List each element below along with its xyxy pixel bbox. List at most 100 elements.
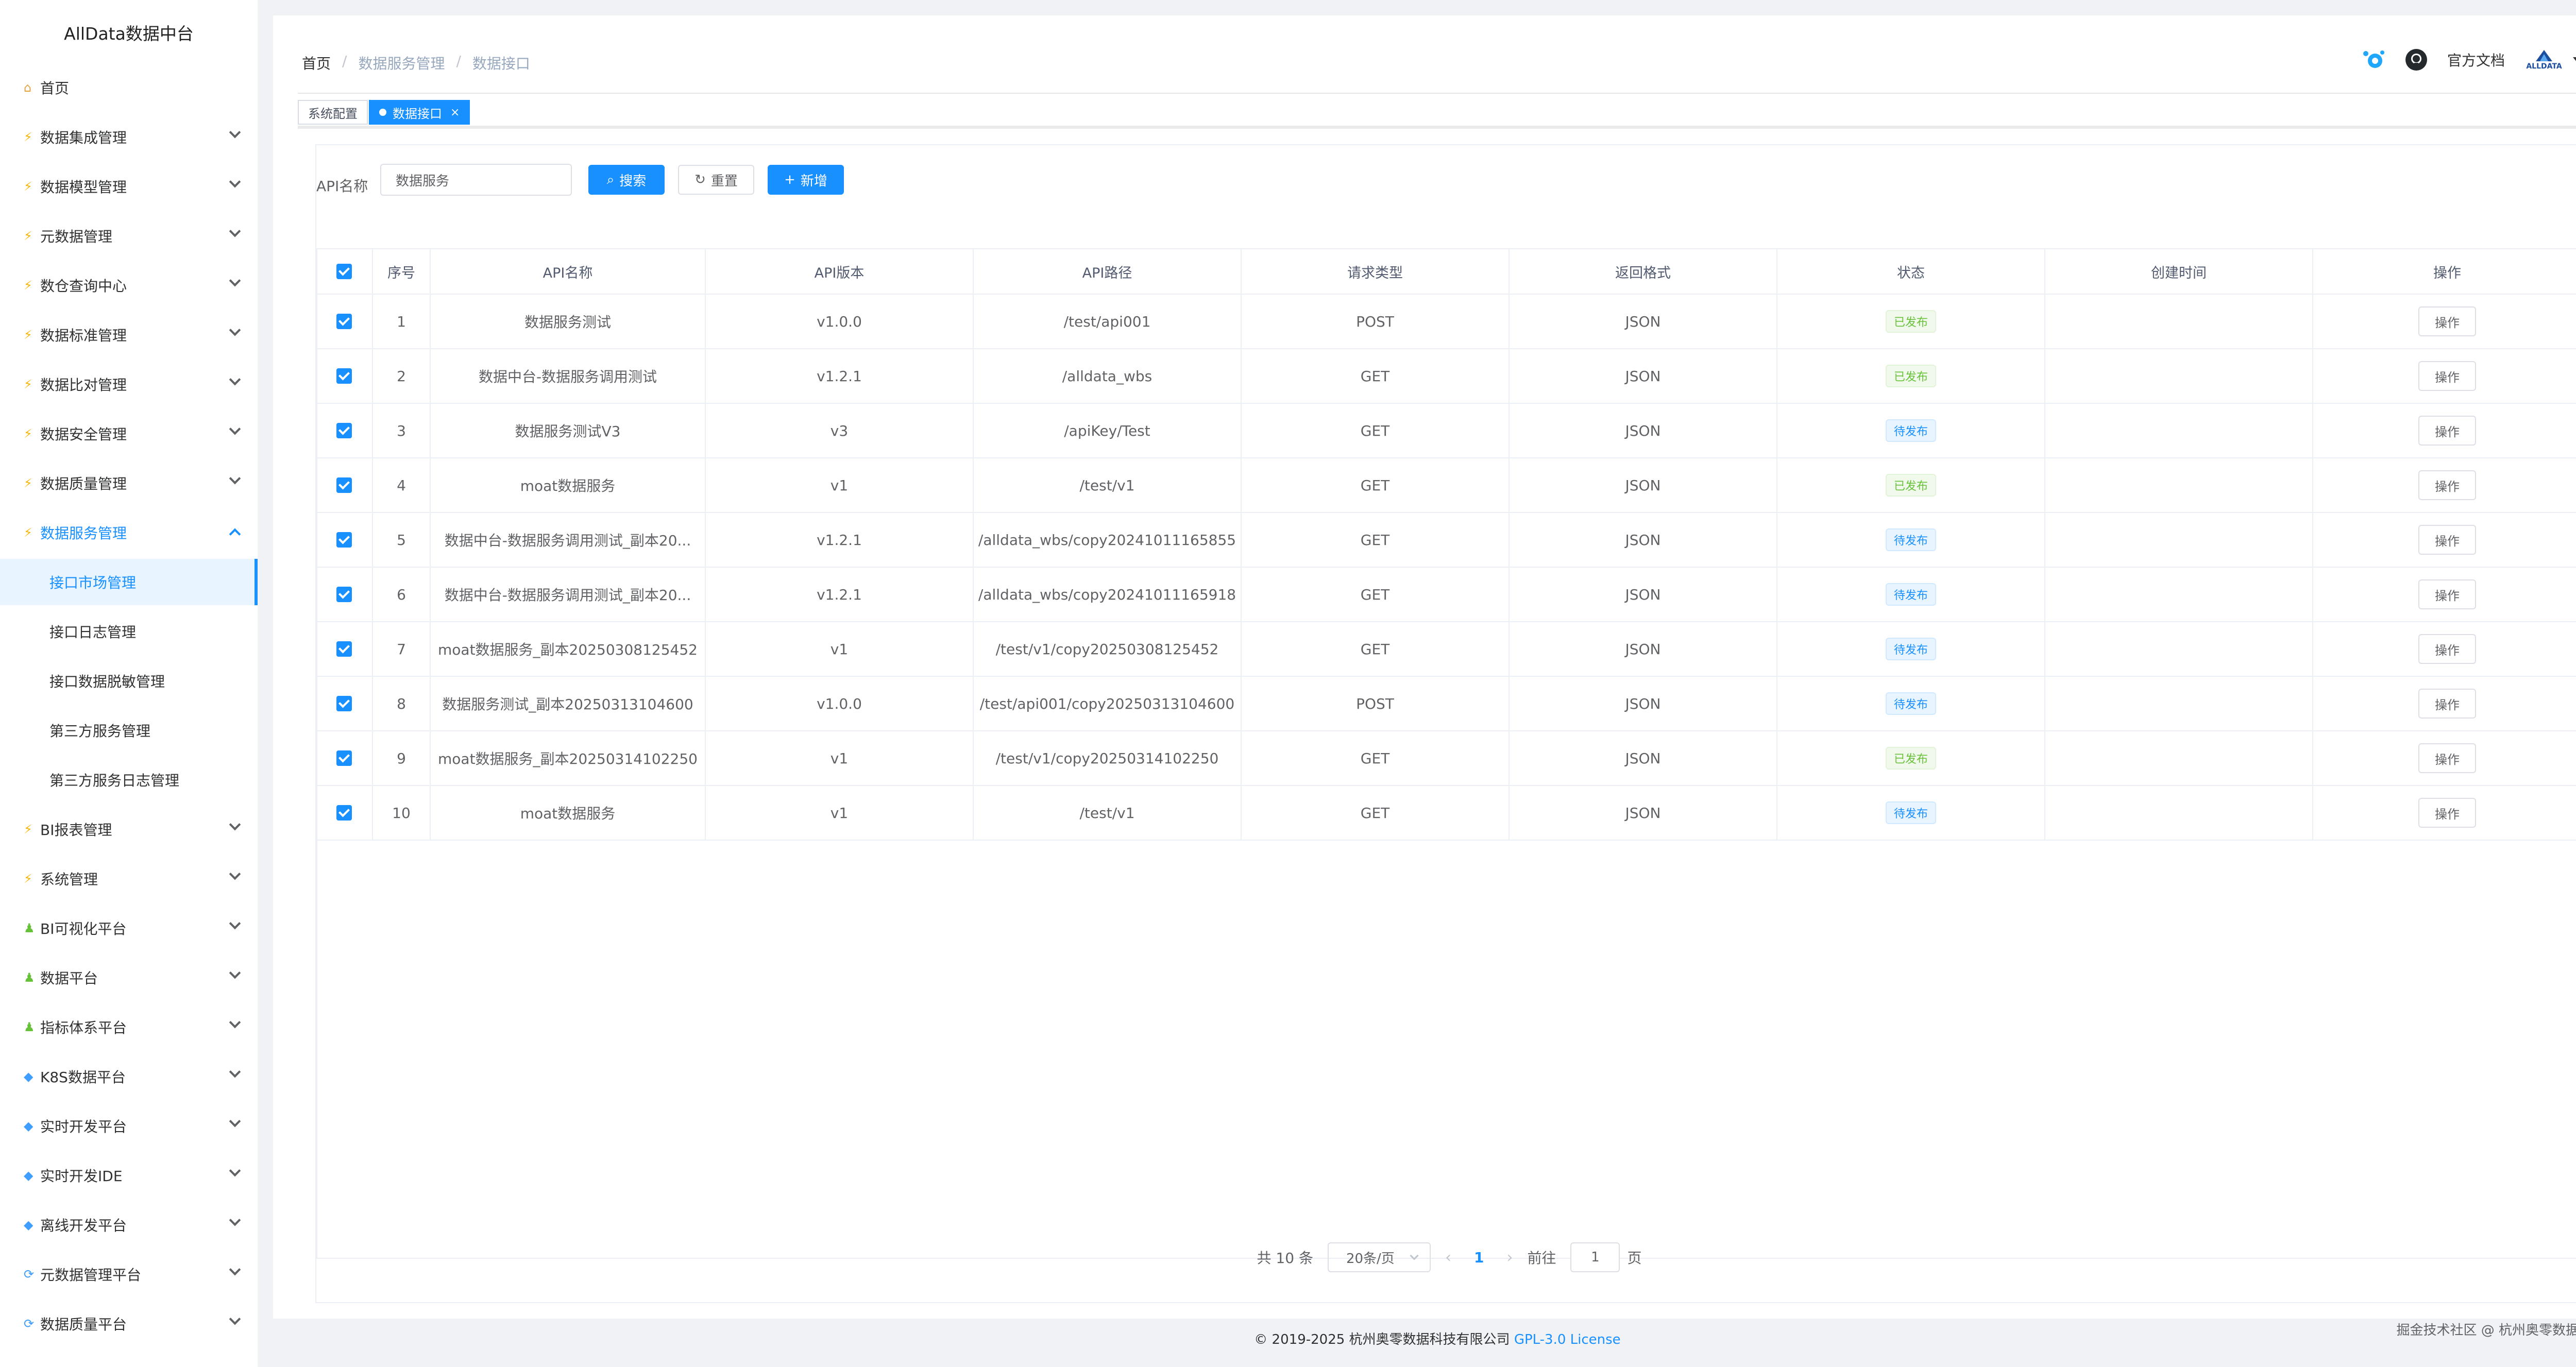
row-checkbox[interactable]: [316, 786, 373, 840]
gateway-icon[interactable]: [2361, 47, 2385, 72]
sidebar-item[interactable]: ⚡ 数据服务管理: [0, 509, 258, 556]
row-checkbox[interactable]: [316, 349, 373, 403]
search-button[interactable]: ⌕ 搜索: [588, 165, 665, 195]
sidebar-item[interactable]: ⚡ 数据安全管理: [0, 411, 258, 457]
api-name-input[interactable]: [380, 164, 572, 196]
tab-data-api[interactable]: 数据接口 ×: [369, 100, 470, 125]
row-checkbox[interactable]: [316, 731, 373, 785]
table-cell-format: JSON: [1510, 404, 1777, 457]
page-number-current[interactable]: 1: [1466, 1249, 1492, 1266]
sidebar-item[interactable]: ♟ BI可视化平台: [0, 905, 258, 951]
table-cell-status: 已发布: [1777, 458, 2045, 512]
next-page-icon[interactable]: ›: [1506, 1249, 1513, 1267]
operation-button[interactable]: 操作: [2418, 525, 2476, 555]
breadcrumb-item-home[interactable]: 首页: [302, 53, 331, 73]
tags-view: 系统配置 数据接口 ×: [298, 93, 2576, 129]
row-checkbox[interactable]: [316, 568, 373, 621]
status-badge: 待发布: [1885, 528, 1936, 551]
operation-button[interactable]: 操作: [2418, 798, 2476, 828]
sidebar-item[interactable]: ⚡ 系统管理: [0, 856, 258, 902]
page-size-select[interactable]: 20条/页: [1327, 1242, 1431, 1272]
operation-button[interactable]: 操作: [2418, 361, 2476, 391]
sidebar-item-label: BI可视化平台: [40, 920, 127, 937]
operation-button[interactable]: 操作: [2418, 306, 2476, 336]
row-checkbox[interactable]: [316, 404, 373, 457]
tab-system-config[interactable]: 系统配置: [298, 100, 368, 125]
table-cell-format: JSON: [1510, 786, 1777, 840]
table-cell-op: 操作: [2313, 622, 2576, 676]
sidebar-item[interactable]: ⚡ 数据集成管理: [0, 114, 258, 160]
sidebar-item[interactable]: ⚡ 元数据管理: [0, 213, 258, 259]
table-cell-op: 操作: [2313, 568, 2576, 621]
row-checkbox[interactable]: [316, 677, 373, 730]
chevron-down-icon: [1410, 1251, 1419, 1260]
row-checkbox[interactable]: [316, 458, 373, 512]
table-cell-version: v3: [706, 404, 974, 457]
operation-button[interactable]: 操作: [2418, 416, 2476, 446]
app-logo-title[interactable]: AllData数据中台: [0, 0, 258, 64]
person-icon: ♟: [24, 1020, 35, 1034]
sidebar-item[interactable]: ◆ K8S数据平台: [0, 1053, 258, 1100]
table-cell-created: [2045, 622, 2313, 676]
table-cell-created: [2045, 568, 2313, 621]
prev-page-icon[interactable]: ‹: [1445, 1249, 1451, 1267]
user-avatar[interactable]: ALLDATA: [2523, 49, 2565, 71]
sidebar-subitem[interactable]: 接口数据脱敏管理: [0, 658, 258, 704]
table-cell-method: GET: [1242, 622, 1510, 676]
sidebar-subitem[interactable]: 第三方服务管理: [0, 707, 258, 754]
sidebar-item[interactable]: ⟳ 元数据管理平台: [0, 1251, 258, 1297]
sidebar-item-label: 指标体系平台: [40, 1019, 127, 1036]
sidebar-item[interactable]: ♟ 指标体系平台: [0, 1004, 258, 1050]
row-checkbox[interactable]: [316, 295, 373, 348]
operation-button[interactable]: 操作: [2418, 634, 2476, 664]
sidebar-subitem[interactable]: 第三方服务日志管理: [0, 757, 258, 803]
table-cell-name: moat数据服务: [431, 458, 706, 512]
add-button[interactable]: + 新增: [768, 165, 844, 195]
operation-button[interactable]: 操作: [2418, 579, 2476, 609]
table-row: 6 数据中台-数据服务调用测试_副本20... v1.2.1/alldata_wbs…: [316, 568, 2576, 622]
goto-page-input[interactable]: [1570, 1242, 1620, 1272]
sidebar-item[interactable]: ⚡ 数据质量管理: [0, 460, 258, 506]
sidebar-item[interactable]: ⚡ 数据模型管理: [0, 163, 258, 210]
sidebar-item[interactable]: ⟳ 数据质量平台: [0, 1301, 258, 1347]
row-checkbox[interactable]: [316, 622, 373, 676]
operation-button[interactable]: 操作: [2418, 689, 2476, 719]
checkbox-checked-icon: [336, 368, 352, 384]
license-link[interactable]: GPL-3.0 License: [1514, 1332, 1621, 1347]
row-checkbox[interactable]: [316, 513, 373, 567]
sidebar-item[interactable]: ⌂ 首页: [0, 64, 258, 111]
sidebar-item[interactable]: ◆ 实时开发IDE: [0, 1152, 258, 1199]
bolt-icon: ⚡: [24, 278, 32, 293]
close-icon[interactable]: ×: [450, 106, 460, 119]
table-cell-name: 数据服务测试_副本20250313104600: [431, 677, 706, 730]
sidebar-item[interactable]: ⚡ 数据比对管理: [0, 361, 258, 407]
user-dropdown-caret-icon[interactable]: [2573, 57, 2576, 62]
sidebar-subitem[interactable]: 接口日志管理: [0, 608, 258, 655]
table-row: 10 moat数据服务 v1/test/v1 GET JSON 待发布 操作: [316, 786, 2576, 841]
operation-button[interactable]: 操作: [2418, 470, 2476, 500]
cell-text: 5: [397, 531, 406, 549]
table-cell-method: GET: [1242, 568, 1510, 621]
cell-text: GET: [1360, 531, 1390, 549]
reset-button[interactable]: ↻ 重置: [678, 165, 754, 195]
sidebar-item[interactable]: ⚡ 数仓查询中心: [0, 262, 258, 309]
table-row: 7 moat数据服务_副本20250308125452 v1/test/v1/cop…: [316, 622, 2576, 677]
pagination-total: 共 10 条: [1257, 1250, 1313, 1267]
docs-link[interactable]: 官方文档: [2447, 49, 2505, 70]
operation-button[interactable]: 操作: [2418, 743, 2476, 773]
sidebar-item[interactable]: ♟ 数据平台: [0, 954, 258, 1001]
github-icon[interactable]: [2404, 47, 2429, 72]
sidebar-item[interactable]: ⚡ 数据标准管理: [0, 312, 258, 358]
cell-text: 10: [392, 804, 411, 822]
sidebar-subitem[interactable]: 接口市场管理: [0, 559, 258, 605]
goto-label: 前往: [1527, 1250, 1556, 1267]
table-cell-path: /test/api001/copy20250313104600: [974, 677, 1242, 730]
sidebar-item[interactable]: ◆ 实时开发平台: [0, 1103, 258, 1149]
select-all-checkbox[interactable]: [316, 249, 373, 294]
sidebar-item[interactable]: ◆ 离线开发平台: [0, 1202, 258, 1248]
table-cell-path: /test/v1: [974, 458, 1242, 512]
cell-text: /apiKey/Test: [1064, 422, 1150, 439]
status-badge: 待发布: [1885, 419, 1936, 442]
sidebar-item[interactable]: ⚡ BI报表管理: [0, 806, 258, 852]
table-cell-idx: 10: [373, 786, 431, 840]
